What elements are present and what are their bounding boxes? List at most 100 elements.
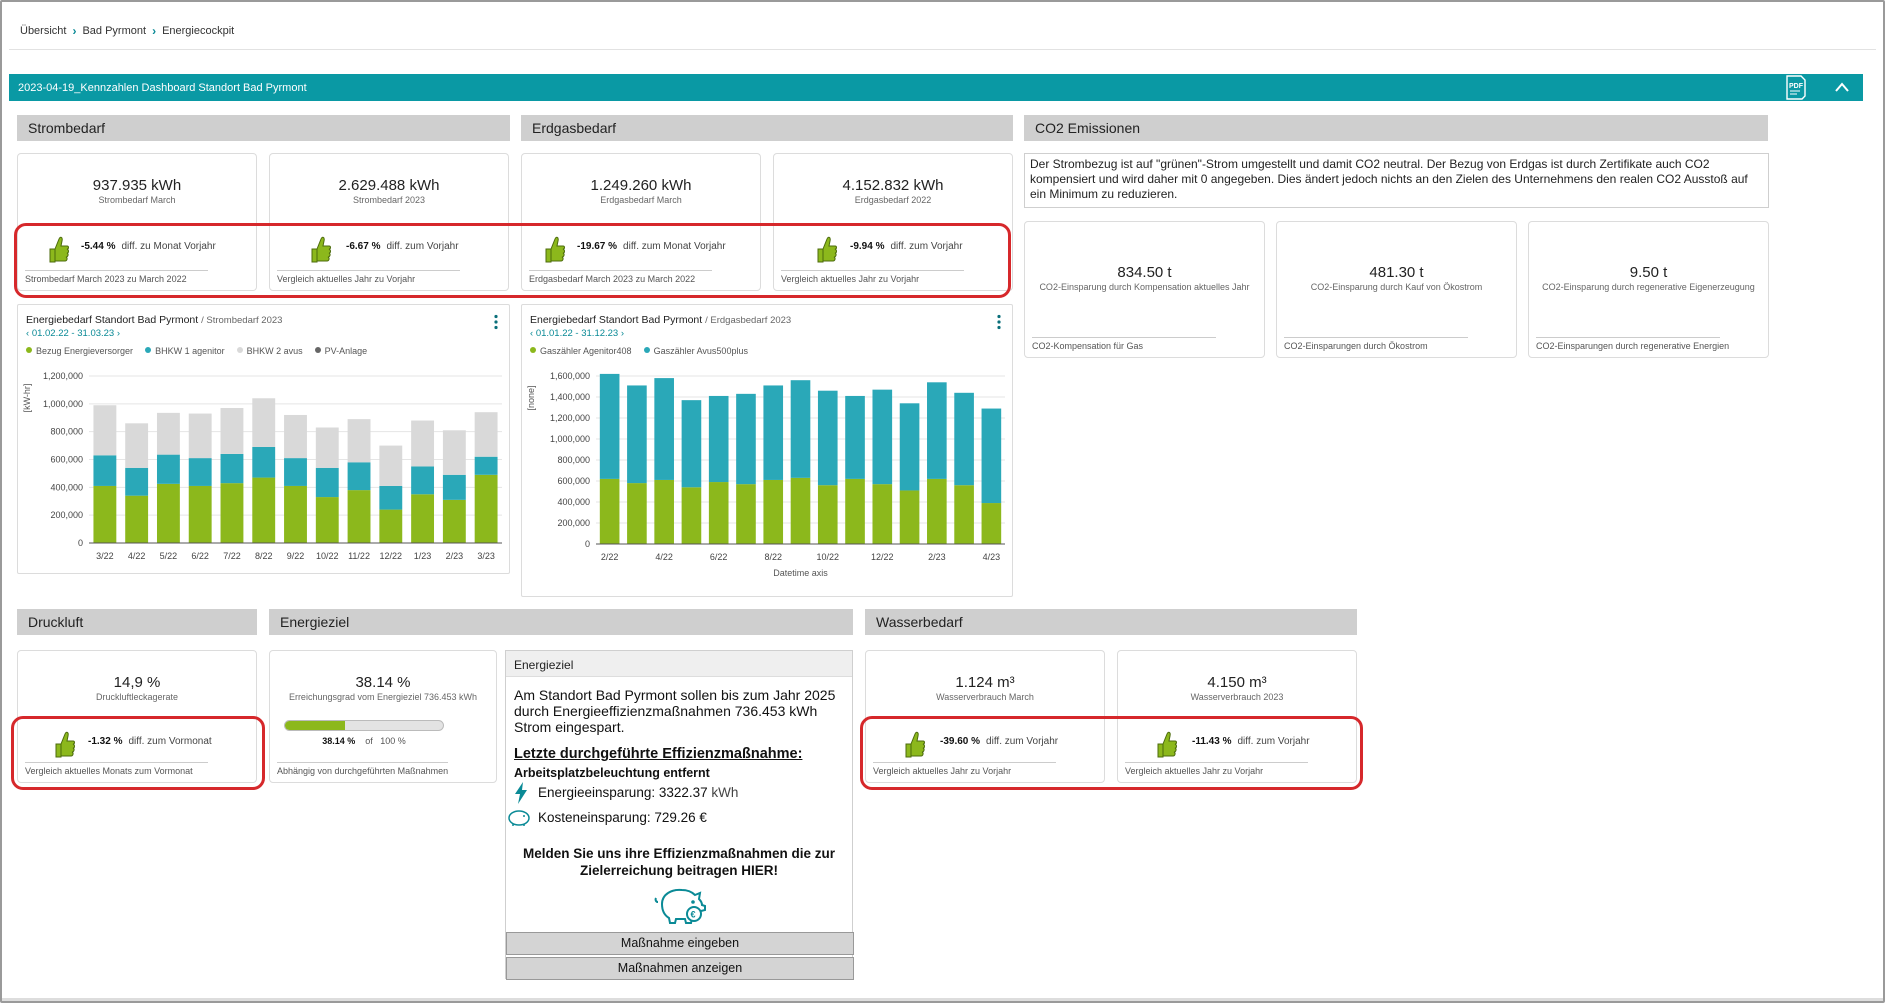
y-tick-label: 0 <box>78 538 83 548</box>
bar-segment <box>188 413 212 459</box>
legend-item[interactable]: Bezug Energieversorger <box>26 346 133 356</box>
chart-title: Energiebedarf Standort Bad Pyrmont / Str… <box>26 314 282 326</box>
piggy-bank-icon: € <box>654 888 706 924</box>
highlight-box <box>14 223 1011 298</box>
section-strombedarf: Strombedarf <box>17 115 510 141</box>
bar-segment <box>763 385 784 480</box>
massnahmen-anzeigen-button[interactable]: Maßnahmen anzeigen <box>506 957 854 980</box>
bar-segment <box>220 483 244 543</box>
energy-saving-value: Energieeinsparung: 3322.37 <box>538 785 708 800</box>
chart-range-text: 01.02.22 - 31.03.23 <box>31 328 115 339</box>
dashboard-title-bar: 2023-04-19_Kennzahlen Dashboard Standort… <box>9 74 1863 101</box>
bar-segment <box>790 380 811 478</box>
bar-segment <box>736 484 756 544</box>
kpi-label: Druckluftleckagerate <box>95 692 179 702</box>
divider <box>9 49 1876 50</box>
progress-fill <box>285 721 346 730</box>
massnahme-eingeben-button[interactable]: Maßnahme eingeben <box>506 932 854 955</box>
bar-segment <box>763 479 784 544</box>
y-tick-label: 200,000 <box>50 510 83 520</box>
bar-segment <box>899 403 920 491</box>
y-tick-label: 1,200,000 <box>550 413 590 423</box>
kpi-value: 937.935 kWh <box>92 177 182 194</box>
bar-segment <box>927 478 947 544</box>
chart-date-range[interactable]: ‹ 01.02.22 - 31.03.23 › <box>26 328 120 339</box>
bar-segment <box>708 482 729 544</box>
bar-segment <box>379 445 403 486</box>
x-tick-label: 8/22 <box>764 552 782 562</box>
chevron-right-icon: › <box>152 24 157 38</box>
bar-segment <box>681 487 702 544</box>
panel-text: Am Standort Bad Pyrmont sollen bis zum J… <box>514 687 836 735</box>
x-tick-label: 4/23 <box>983 552 1001 562</box>
y-tick-label: 200,000 <box>557 518 590 528</box>
bar-segment <box>284 485 307 543</box>
bar-segment <box>347 462 371 491</box>
x-tick-label: 1/23 <box>414 551 432 561</box>
breadcrumb-item-uebersicht[interactable]: Übersicht <box>20 25 66 37</box>
section-title: CO2 Emissionen <box>1035 120 1141 136</box>
legend-item[interactable]: PV-Anlage <box>315 346 368 356</box>
bar-segment <box>442 499 466 543</box>
bar-segment <box>347 419 371 463</box>
section-wasserbedarf: Wasserbedarf <box>865 609 1357 635</box>
kpi-value: 1.124 m³ <box>955 674 1015 691</box>
co2-info-text: Der Strombezug ist auf "grünen"-Strom um… <box>1024 153 1769 208</box>
pdf-export-icon[interactable]: PDF <box>1785 75 1807 100</box>
bar-segment <box>927 382 947 479</box>
y-axis-label: [none] <box>526 385 536 410</box>
chart-card-strom: Energiebedarf Standort Bad Pyrmont / Str… <box>17 304 510 574</box>
x-tick-label: 8/22 <box>255 551 273 561</box>
bar-segment <box>474 456 498 475</box>
bar-segment <box>411 494 435 543</box>
bar-segment <box>379 509 403 543</box>
x-tick-label: 2/23 <box>928 552 946 562</box>
x-tick-label: 12/22 <box>380 551 403 561</box>
chevron-up-icon[interactable] <box>1834 80 1850 94</box>
kebab-menu-icon[interactable] <box>493 314 499 330</box>
kebab-menu-icon[interactable] <box>996 314 1002 330</box>
bar-segment <box>654 378 674 480</box>
section-energieziel: Energieziel <box>269 609 853 635</box>
chart-subtitle: / Erdgasbedarf 2023 <box>705 315 792 326</box>
kpi-footer: CO2-Einsparungen durch Ökostrom <box>1284 341 1428 351</box>
chart-range-text: 01.01.22 - 31.12.23 <box>535 328 619 339</box>
breadcrumb-item-bad-pyrmont[interactable]: Bad Pyrmont <box>82 25 146 37</box>
section-title: Strombedarf <box>28 120 106 136</box>
co2-card-kompensation: 834.50 t CO2-Einsparung durch Kompensati… <box>1024 221 1265 358</box>
x-axis-label: Datetime axis <box>773 568 828 578</box>
chart-date-range[interactable]: ‹ 01.01.22 - 31.12.23 › <box>530 328 624 339</box>
dashboard-title: 2023-04-19_Kennzahlen Dashboard Standort… <box>18 81 307 94</box>
x-tick-label: 11/22 <box>348 551 370 561</box>
kpi-value: 2.629.488 kWh <box>338 177 440 194</box>
legend-item[interactable]: BHKW 2 avus <box>237 346 303 356</box>
chart-title-text: Energiebedarf Standort Bad Pyrmont <box>530 314 703 326</box>
section-title: Erdgasbedarf <box>532 120 617 136</box>
kpi-footer: Abhängig von durchgeführten Maßnahmen <box>277 766 449 776</box>
lightning-icon <box>515 782 527 804</box>
x-tick-label: 5/22 <box>160 551 178 561</box>
progress-bar <box>284 720 444 731</box>
legend-item[interactable]: Gaszähler Agenitor408 <box>530 346 632 356</box>
kpi-label: Erreichungsgrad vom Energieziel 736.453 … <box>288 692 478 702</box>
bar-segment <box>315 427 339 468</box>
bar-segment <box>347 490 371 543</box>
bar-segment <box>981 408 1002 504</box>
legend-item[interactable]: BHKW 1 agenitor <box>145 346 225 356</box>
legend-item[interactable]: Gaszähler Avus500plus <box>644 346 748 356</box>
y-tick-label: 600,000 <box>557 476 590 486</box>
bar-segment <box>252 477 276 543</box>
y-tick-label: 600,000 <box>50 455 83 465</box>
y-tick-label: 1,000,000 <box>550 434 590 444</box>
kpi-value: 4.150 m³ <box>1207 674 1267 691</box>
bar-segment <box>442 430 466 475</box>
bar-segment <box>599 478 620 544</box>
piggy-bank-icon <box>508 810 530 826</box>
cost-saving: Kosteneinsparung: 729.26 € <box>538 810 707 825</box>
y-tick-label: 0 <box>585 539 590 549</box>
kpi-label: Wasserverbrauch 2023 <box>1190 692 1284 702</box>
bar-segment <box>708 395 729 483</box>
highlight-box <box>860 716 1363 790</box>
x-tick-label: 3/22 <box>96 551 114 561</box>
co2-card-regenerativ: 9.50 t CO2-Einsparung durch regenerative… <box>1528 221 1769 358</box>
